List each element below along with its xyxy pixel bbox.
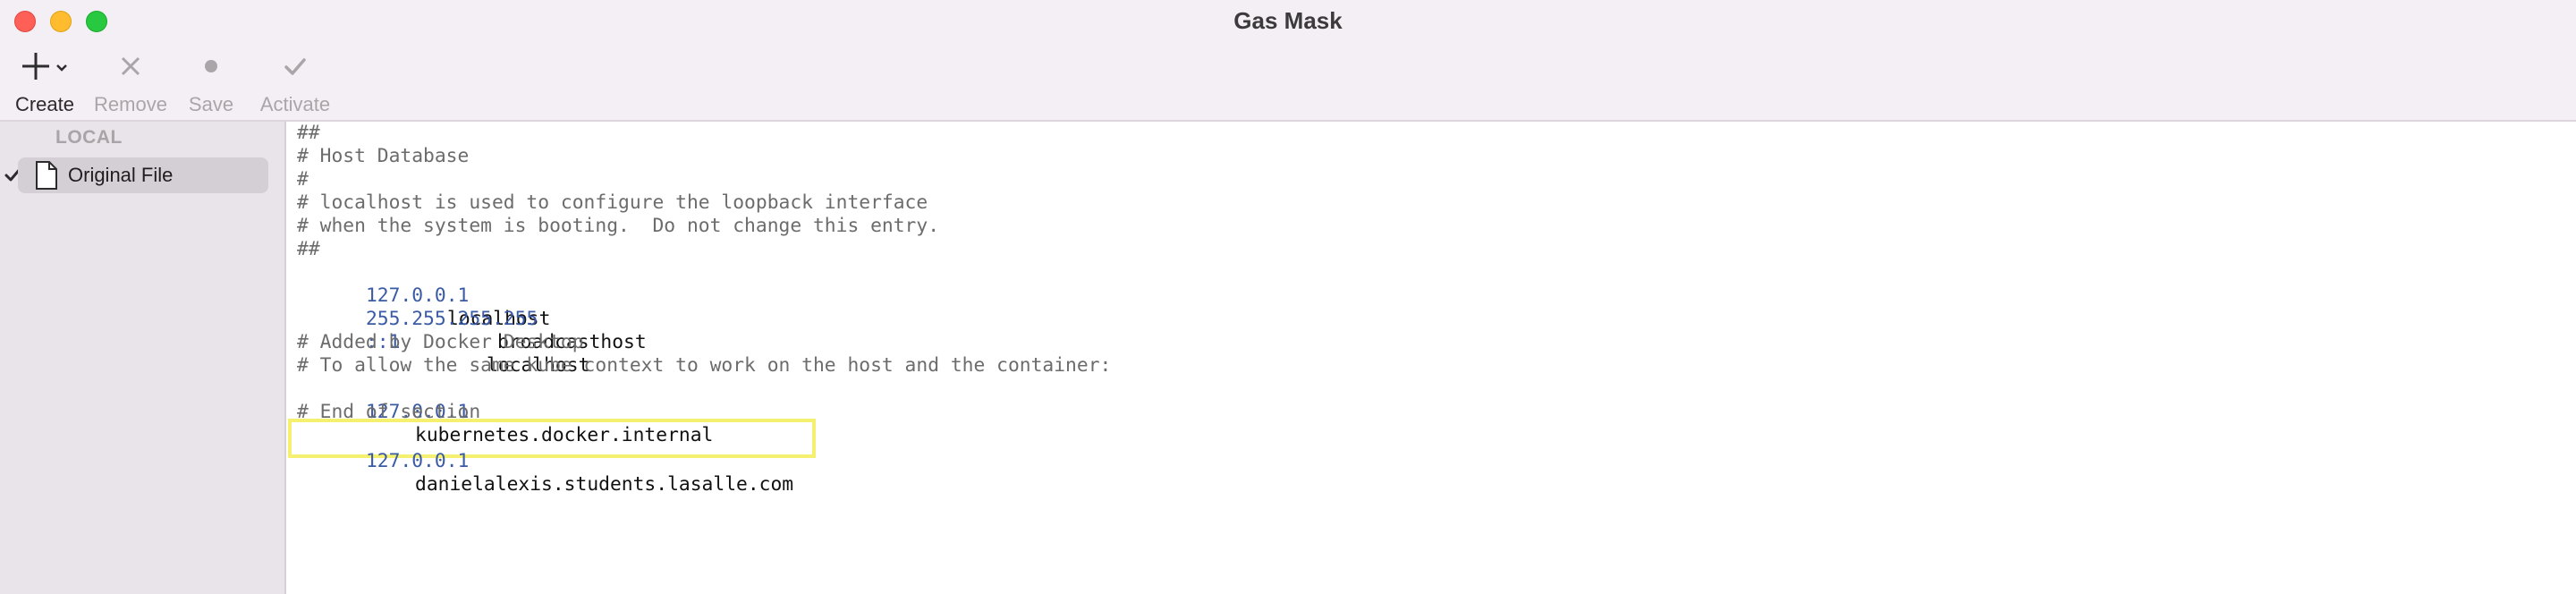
- host-entry-line: 127.0.0.1 localhost: [297, 261, 550, 330]
- code-comment-line: # Host Database: [297, 145, 470, 167]
- chevron-down-icon: [56, 64, 67, 72]
- code-comment-line: #: [297, 168, 309, 191]
- app-window: Gas Mask Create Remove Save Activate LOC…: [0, 0, 2576, 594]
- sidebar-item-original-file[interactable]: Original File: [18, 157, 268, 193]
- activate-label: Activate: [259, 93, 331, 115]
- document-icon: [34, 160, 59, 191]
- code-comment-line: # To allow the same kube context to work…: [297, 354, 1112, 377]
- plus-icon: [18, 47, 72, 86]
- x-icon: [117, 47, 144, 86]
- hosts-editor[interactable]: ## # Host Database # # localhost is used…: [288, 122, 2576, 594]
- create-label: Create: [14, 93, 75, 115]
- window-title: Gas Mask: [1233, 7, 1343, 34]
- code-comment-line: # localhost is used to configure the loo…: [297, 191, 928, 214]
- code-comment-line: # End of section: [297, 401, 481, 419]
- checkmark-icon: [282, 47, 309, 86]
- remove-label: Remove: [94, 93, 167, 115]
- activate-button[interactable]: Activate: [254, 47, 336, 118]
- code-comment-line: # when the system is booting. Do not cha…: [297, 215, 940, 237]
- code-comment-line: ##: [297, 122, 320, 144]
- toolbar: Gas Mask Create Remove Save Activate: [0, 0, 2576, 122]
- host-entry-line-highlighted: 127.0.0.1 danielalexis.students.lasalle.…: [297, 427, 793, 496]
- hostname: danielalexis.students.lasalle.com: [415, 473, 794, 496]
- create-button[interactable]: Create: [13, 47, 77, 118]
- code-comment-line: # Added by Docker Desktop: [297, 331, 584, 353]
- host-entry-line: 127.0.0.1 kubernetes.docker.internal: [297, 378, 713, 446]
- sidebar: LOCAL Original File: [0, 122, 286, 594]
- code-comment-line: ##: [297, 238, 320, 260]
- host-entry-line: ::1 localhost: [297, 308, 589, 377]
- sidebar-section-header: LOCAL: [55, 127, 123, 148]
- ip-address: 127.0.0.1: [365, 450, 470, 472]
- dot-icon: [198, 47, 225, 86]
- remove-button[interactable]: Remove: [93, 47, 168, 118]
- save-label: Save: [188, 93, 234, 115]
- save-button[interactable]: Save: [184, 47, 238, 118]
- sidebar-item-label: Original File: [68, 164, 174, 186]
- host-entry-line: 255.255.255.255 broadcasthost: [297, 284, 647, 353]
